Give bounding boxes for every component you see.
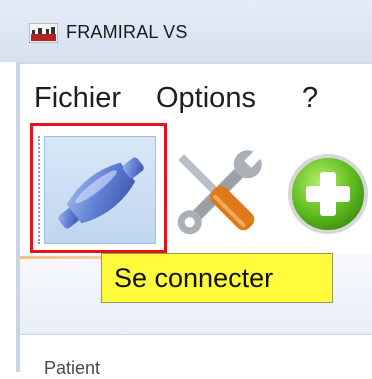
footer-label: Patient <box>44 358 101 378</box>
highlight-frame <box>30 123 167 253</box>
add-button[interactable] <box>284 136 372 252</box>
menu-help[interactable]: ? <box>302 82 318 115</box>
window-title: FRAMIRAL VS <box>66 22 188 42</box>
wrench-screwdriver-icon <box>177 150 262 235</box>
menu-options[interactable]: Options <box>156 82 256 115</box>
menu-fichier[interactable]: Fichier <box>34 82 121 115</box>
app-window: FRAMIRAL VS Fichier Options ? Patient Se… <box>0 0 372 378</box>
app-logo-icon <box>29 23 58 43</box>
green-plus-icon <box>288 154 368 234</box>
menu-bar-top-edge <box>20 62 372 64</box>
tooltip: Se connecter <box>101 253 333 303</box>
panel-divider <box>20 334 372 335</box>
tools-button[interactable] <box>163 136 273 252</box>
title-bar: FRAMIRAL VS <box>0 0 372 62</box>
